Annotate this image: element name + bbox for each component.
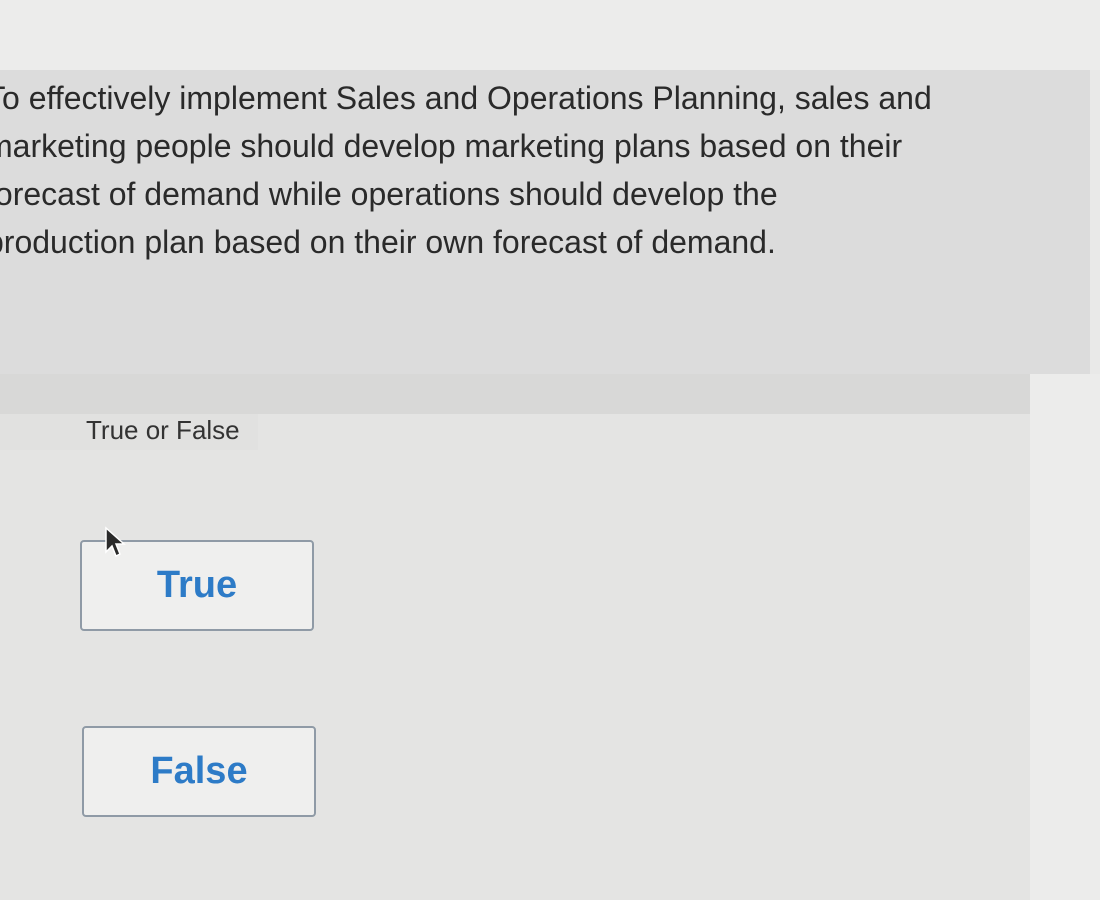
right-gutter	[1030, 374, 1100, 900]
true-button-label: True	[156, 564, 238, 606]
top-background	[0, 0, 1100, 70]
answer-header-strip	[0, 374, 1032, 414]
question-line: To effectively implement Sales and Opera…	[0, 80, 932, 116]
question-type-label: True or False	[86, 415, 240, 445]
answer-area	[0, 414, 1030, 900]
question-line: forecast of demand while operations shou…	[0, 176, 778, 212]
false-button[interactable]: False	[82, 726, 316, 817]
mouse-pointer-icon	[105, 526, 126, 558]
question-line: marketing people should develop marketin…	[0, 128, 903, 164]
question-line: production plan based on their own forec…	[0, 224, 776, 260]
question-text: To effectively implement Sales and Opera…	[0, 74, 1046, 266]
false-button-label: False	[150, 750, 248, 792]
question-panel: To effectively implement Sales and Opera…	[0, 70, 1090, 374]
